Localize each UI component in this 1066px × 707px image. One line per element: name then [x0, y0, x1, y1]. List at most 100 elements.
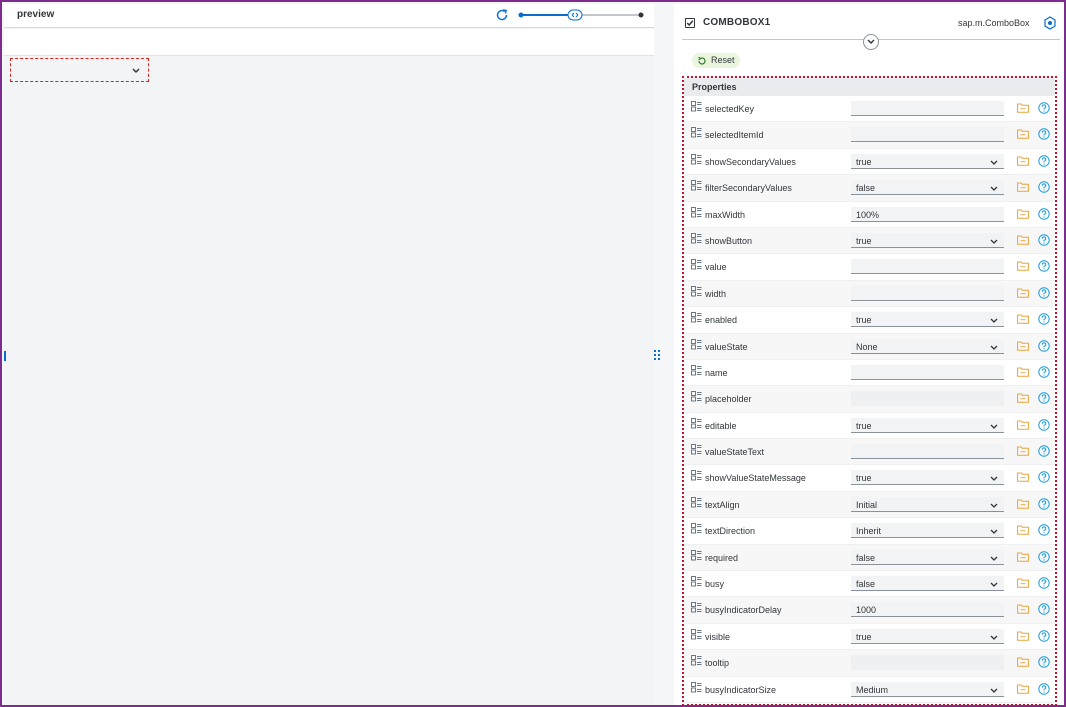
property-select[interactable]: true — [851, 153, 1004, 169]
folder-bind-icon[interactable] — [1017, 313, 1029, 324]
folder-bind-icon[interactable] — [1017, 181, 1029, 192]
help-icon[interactable] — [1038, 445, 1050, 457]
property-select[interactable]: false — [851, 576, 1004, 592]
help-icon[interactable] — [1038, 155, 1050, 167]
property-input[interactable] — [851, 127, 1004, 143]
folder-bind-icon[interactable] — [1017, 524, 1029, 535]
control-type-icon[interactable] — [1043, 16, 1057, 30]
help-icon[interactable] — [1038, 102, 1050, 114]
help-icon[interactable] — [1038, 128, 1050, 141]
help-icon[interactable] — [1038, 603, 1050, 616]
property-input[interactable] — [851, 285, 1004, 301]
folder-bind-icon[interactable] — [1017, 340, 1029, 351]
property-row-textAlign: textAlign Initial — [684, 491, 1055, 519]
chevron-down-icon[interactable] — [990, 686, 998, 696]
chevron-down-icon[interactable] — [990, 554, 998, 564]
chevron-down-icon[interactable] — [990, 527, 998, 537]
chevron-down-icon[interactable] — [990, 474, 998, 484]
folder-bind-icon[interactable] — [1017, 630, 1029, 641]
property-label: valueState — [705, 341, 748, 352]
property-select[interactable]: true — [851, 312, 1004, 328]
folder-bind-icon[interactable] — [1017, 656, 1029, 667]
refresh-icon[interactable] — [495, 8, 509, 22]
folder-bind-icon[interactable] — [1017, 102, 1029, 113]
checkbox-checked-icon[interactable] — [685, 18, 695, 28]
property-select[interactable]: true — [851, 417, 1004, 433]
property-input[interactable]: 100% — [851, 206, 1004, 222]
folder-bind-icon[interactable] — [1017, 419, 1029, 430]
reset-button[interactable]: Reset — [692, 53, 740, 68]
help-icon[interactable] — [1038, 181, 1050, 193]
property-select[interactable]: true — [851, 232, 1004, 248]
property-input[interactable] — [851, 655, 1004, 671]
folder-bind-icon[interactable] — [1017, 128, 1029, 140]
folder-bind-icon[interactable] — [1017, 577, 1029, 588]
splitter-grip-icon[interactable] — [654, 350, 660, 360]
chevron-down-icon[interactable] — [990, 633, 998, 643]
help-icon[interactable] — [1038, 524, 1050, 536]
property-input[interactable] — [851, 259, 1004, 275]
folder-bind-icon[interactable] — [1017, 471, 1029, 483]
folder-bind-icon[interactable] — [1017, 155, 1029, 166]
collapse-header-button[interactable] — [863, 34, 879, 50]
chevron-down-icon[interactable] — [990, 316, 998, 326]
property-select[interactable]: true — [851, 628, 1004, 644]
help-icon[interactable] — [1038, 550, 1050, 563]
property-select[interactable]: false — [851, 180, 1004, 196]
folder-bind-icon[interactable] — [1017, 551, 1029, 562]
folder-bind-icon[interactable] — [1017, 392, 1029, 403]
help-icon[interactable] — [1038, 418, 1050, 431]
help-icon[interactable] — [1038, 656, 1050, 668]
chevron-down-icon[interactable] — [990, 580, 998, 590]
chevron-down-icon[interactable] — [990, 343, 998, 353]
help-icon[interactable] — [1038, 577, 1050, 589]
chevron-down-icon[interactable] — [990, 237, 998, 247]
help-icon[interactable] — [1038, 498, 1050, 510]
folder-bind-icon[interactable] — [1017, 498, 1029, 509]
property-input[interactable] — [851, 444, 1004, 460]
help-icon[interactable] — [1038, 392, 1050, 404]
property-row-valueStateText: valueStateText — [684, 439, 1055, 466]
chevron-down-icon[interactable] — [132, 66, 140, 76]
folder-bind-icon[interactable] — [1017, 234, 1029, 245]
help-icon[interactable] — [1038, 287, 1050, 299]
property-select[interactable]: true — [851, 470, 1004, 486]
property-input[interactable] — [851, 101, 1004, 116]
zoom-slider[interactable] — [518, 8, 644, 22]
help-icon[interactable] — [1038, 339, 1050, 352]
property-row-showValueStateMessage: showValueStateMessage true — [684, 465, 1055, 492]
property-select[interactable]: Medium — [851, 681, 1004, 697]
help-icon[interactable] — [1038, 366, 1050, 378]
property-select[interactable]: Inherit — [851, 523, 1004, 539]
chevron-down-icon[interactable] — [990, 422, 998, 432]
help-icon[interactable] — [1038, 682, 1050, 695]
property-icon — [691, 496, 702, 508]
property-input[interactable]: 1000 — [851, 602, 1004, 618]
folder-bind-icon[interactable] — [1017, 208, 1029, 219]
help-icon[interactable] — [1038, 260, 1050, 273]
folder-bind-icon[interactable] — [1017, 260, 1029, 272]
property-label: busy — [705, 579, 725, 590]
property-select[interactable]: None — [851, 338, 1004, 354]
chevron-down-icon[interactable] — [990, 158, 998, 168]
property-select[interactable]: false — [851, 549, 1004, 565]
property-inspector: COMBOBOX1 sap.m.ComboBox Reset Propertie… — [674, 4, 1064, 705]
property-select[interactable]: Initial — [851, 496, 1004, 512]
help-icon[interactable] — [1038, 207, 1050, 220]
chevron-down-icon[interactable] — [990, 184, 998, 194]
property-input[interactable] — [851, 391, 1004, 407]
property-input[interactable] — [851, 364, 1004, 380]
folder-bind-icon[interactable] — [1017, 366, 1029, 377]
help-icon[interactable] — [1038, 234, 1050, 246]
folder-bind-icon[interactable] — [1017, 445, 1029, 456]
folder-bind-icon[interactable] — [1017, 603, 1029, 615]
chevron-down-icon[interactable] — [990, 501, 998, 511]
preview-combobox[interactable] — [10, 58, 149, 82]
help-icon[interactable] — [1038, 471, 1050, 484]
property-value: Medium — [856, 684, 889, 695]
folder-bind-icon[interactable] — [1017, 683, 1029, 694]
help-icon[interactable] — [1038, 313, 1050, 325]
folder-bind-icon[interactable] — [1017, 287, 1029, 298]
help-icon[interactable] — [1038, 630, 1050, 642]
left-resize-handle[interactable] — [4, 351, 6, 361]
